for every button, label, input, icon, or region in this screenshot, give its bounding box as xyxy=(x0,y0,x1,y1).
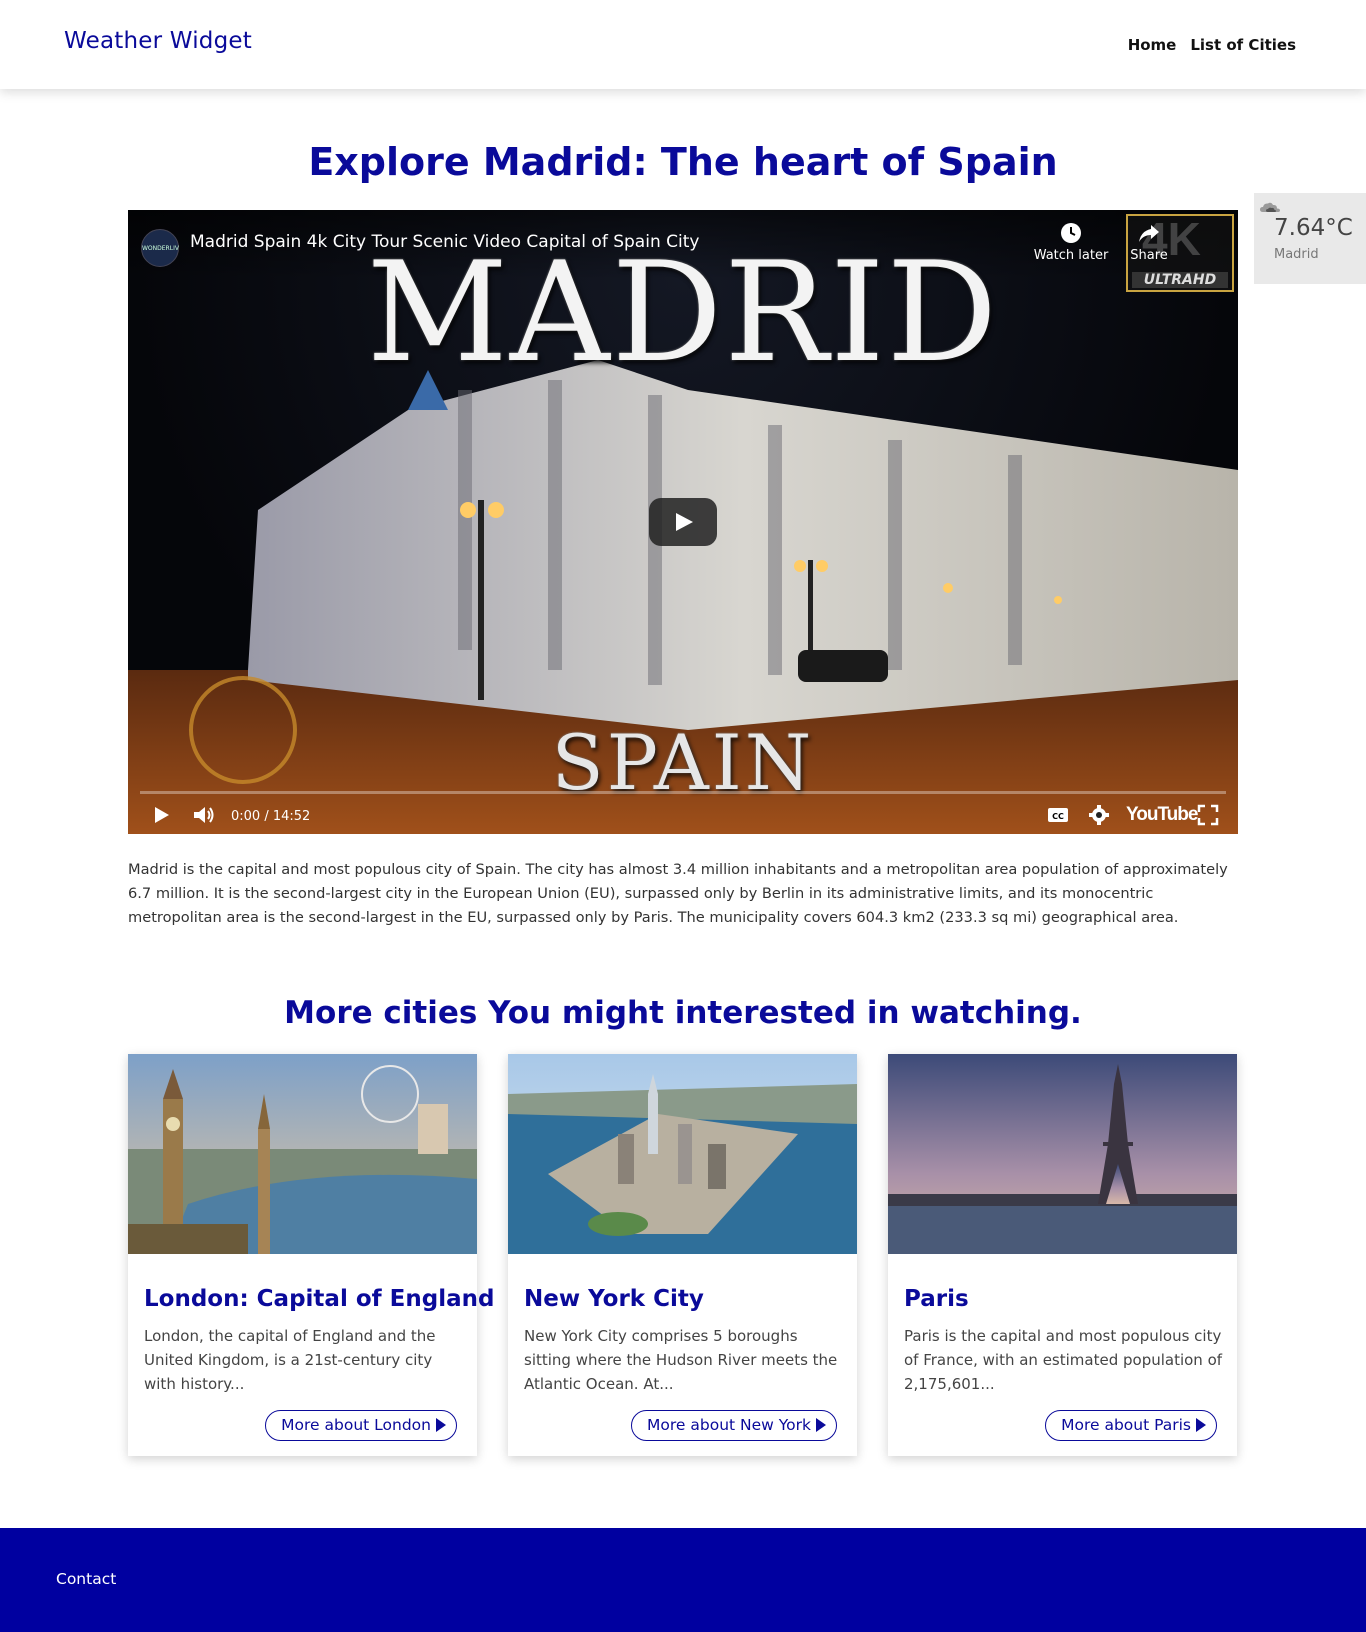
card-text: New York City comprises 5 boroughs sitti… xyxy=(524,1327,838,1393)
video-time: 0:00 / 14:52 xyxy=(231,809,311,824)
video-overlay-madrid: MADRID xyxy=(366,232,1000,393)
nav-home-link[interactable]: Home xyxy=(1128,36,1177,54)
nav-list-of-cities-link[interactable]: List of Cities xyxy=(1190,36,1296,54)
play-icon[interactable] xyxy=(152,804,172,826)
more-cities-title: More cities You might interested in watc… xyxy=(284,995,1082,1031)
button-label: More about London xyxy=(281,1416,431,1434)
city-description: Madrid is the capital and most populous … xyxy=(128,861,1228,926)
fullscreen-icon[interactable] xyxy=(1197,804,1219,826)
card-title: New York City xyxy=(524,1286,704,1312)
card-title: London: Capital of England xyxy=(144,1286,495,1312)
card-text: London, the capital of England and the U… xyxy=(144,1327,436,1393)
weather-temperature: 7.64°C xyxy=(1274,215,1353,241)
more-about-london-button[interactable]: More about London xyxy=(265,1410,457,1441)
card-text: Paris is the capital and most populous c… xyxy=(904,1327,1223,1393)
button-label: More about Paris xyxy=(1061,1416,1191,1434)
navbar: Weather Widget Home List of Cities xyxy=(0,0,1366,89)
video-controls: 0:00 / 14:52 CC YouTube xyxy=(128,798,1238,834)
brand-link[interactable]: Weather Widget xyxy=(64,28,252,54)
city-card-paris: Paris Paris is the capital and most popu… xyxy=(888,1054,1237,1456)
city-card-new-york: New York City New York City comprises 5 … xyxy=(508,1054,857,1456)
play-triangle-icon xyxy=(436,1418,446,1432)
footer: Contact xyxy=(0,1528,1366,1632)
video-progress-bar[interactable] xyxy=(140,791,1226,794)
weather-city: Madrid xyxy=(1274,247,1319,262)
weather-widget: 7.64°C Madrid xyxy=(1254,193,1366,284)
settings-gear-icon[interactable] xyxy=(1088,804,1110,826)
card-title: Paris xyxy=(904,1286,969,1312)
video-player[interactable]: WONDERLIV Madrid Spain 4k City Tour Scen… xyxy=(128,210,1238,834)
more-about-paris-button[interactable]: More about Paris xyxy=(1045,1410,1217,1441)
city-card-london: London: Capital of England London, the c… xyxy=(128,1054,494,1456)
svg-text:CC: CC xyxy=(1052,812,1064,821)
cloud-icon xyxy=(1260,202,1280,212)
play-triangle-icon xyxy=(1196,1418,1206,1432)
more-about-new-york-button[interactable]: More about New York xyxy=(631,1410,837,1441)
captions-icon[interactable]: CC xyxy=(1047,806,1069,824)
youtube-logo[interactable]: YouTube xyxy=(1126,804,1198,826)
london-image xyxy=(128,1054,477,1254)
new-york-image xyxy=(508,1054,857,1254)
page-title: Explore Madrid: The heart of Spain xyxy=(308,140,1058,184)
volume-icon[interactable] xyxy=(192,804,216,826)
button-label: More about New York xyxy=(647,1416,811,1434)
paris-image xyxy=(888,1054,1237,1254)
nav-links: Home List of Cities xyxy=(1128,36,1296,54)
contact-link[interactable]: Contact xyxy=(56,1570,116,1588)
play-triangle-icon xyxy=(816,1418,826,1432)
play-button[interactable] xyxy=(649,498,717,546)
